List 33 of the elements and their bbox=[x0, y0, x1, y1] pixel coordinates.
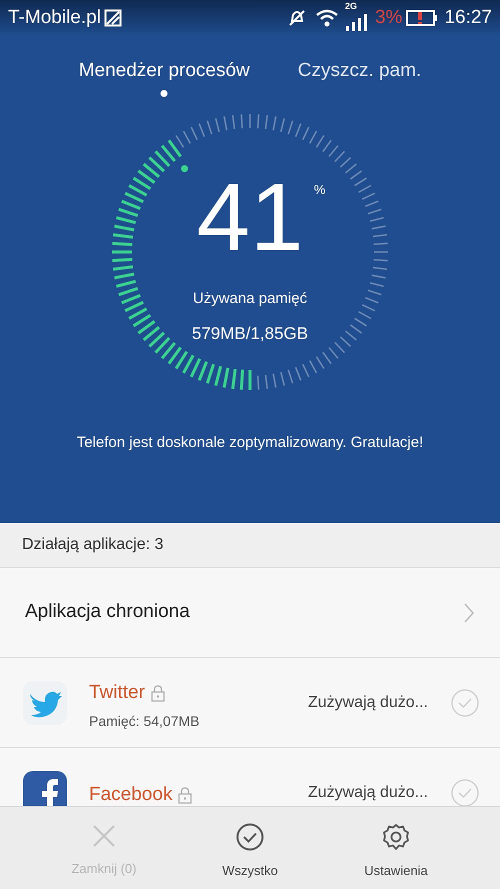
image-icon bbox=[104, 9, 122, 27]
gauge-dot bbox=[181, 165, 188, 172]
app-status: Zużywają dużo... bbox=[308, 692, 428, 712]
tab[interactable]: Czyszcz. pam. bbox=[298, 56, 422, 86]
carrier-text: T-Mobile.pl bbox=[8, 6, 101, 30]
app-name: Facebook bbox=[89, 783, 172, 806]
app-memory: Pamięć: 54,07MB bbox=[89, 712, 200, 732]
app-status: Zużywają dużo... bbox=[308, 782, 428, 802]
status-message: Telefon jest doskonale zoptymalizowany. Gratulacje! bbox=[76, 434, 424, 451]
battery-icon bbox=[406, 10, 438, 26]
section-header: Działają aplikacje: 3 bbox=[22, 535, 164, 555]
wifi-icon bbox=[314, 9, 339, 27]
bird-app-icon bbox=[22, 680, 68, 726]
percent-sign: % bbox=[314, 181, 326, 199]
network-label: 2G bbox=[344, 0, 357, 13]
check-circle-icon bbox=[236, 823, 264, 851]
percent-value: 41 bbox=[196, 168, 304, 268]
memory-label: Używana pamięć bbox=[192, 289, 308, 309]
app-name: Twitter bbox=[89, 680, 145, 705]
checkbox[interactable] bbox=[450, 688, 480, 718]
protected-apps-row[interactable]: Aplikacja chroniona bbox=[0, 568, 500, 658]
close-icon bbox=[91, 823, 117, 849]
tab[interactable]: Menedżer procesów bbox=[78, 56, 250, 86]
all-button[interactable]: Wszystko bbox=[200, 823, 300, 889]
battery-percent: 3% bbox=[374, 6, 402, 30]
clock-text: 16:27 bbox=[444, 6, 492, 30]
signal-icon bbox=[344, 12, 367, 32]
settings-icon bbox=[382, 823, 410, 851]
mute-icon bbox=[286, 9, 307, 27]
checkbox[interactable] bbox=[450, 778, 480, 806]
settings-button[interactable]: Ustawienia bbox=[346, 823, 446, 889]
chevron-right-icon bbox=[463, 602, 475, 624]
memory-reading: 579MB/1,85GB bbox=[192, 322, 308, 344]
